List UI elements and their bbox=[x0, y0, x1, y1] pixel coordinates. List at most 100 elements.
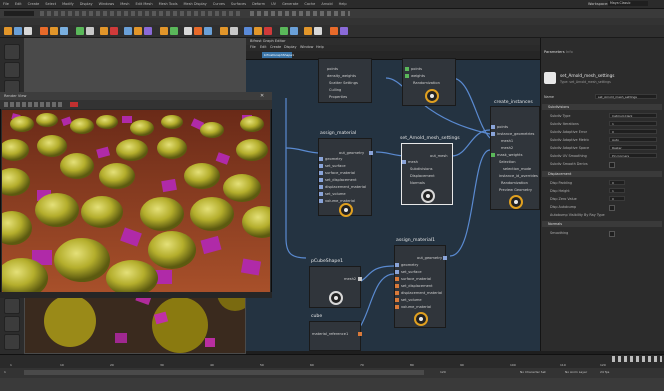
subdiv-uv-smoothing-dropdown[interactable]: Pin Corners bbox=[609, 153, 657, 158]
menu-mesh[interactable]: Mesh bbox=[120, 2, 129, 6]
menu-edit[interactable]: Edit bbox=[15, 2, 22, 6]
node-preview-ring[interactable] bbox=[329, 291, 343, 305]
shelf-icon[interactable] bbox=[280, 27, 288, 35]
menu-file[interactable]: File bbox=[3, 2, 9, 6]
shelf-icon[interactable] bbox=[304, 27, 312, 35]
subdiv-adaptive-error-field[interactable]: 0 bbox=[609, 129, 657, 134]
shelf-icon[interactable] bbox=[330, 27, 338, 35]
shelf-icon[interactable] bbox=[134, 27, 142, 35]
menu-select[interactable]: Select bbox=[45, 2, 56, 6]
menu-surfaces[interactable]: Surfaces bbox=[231, 2, 246, 6]
shelf-icon[interactable] bbox=[4, 27, 12, 35]
subdiv-adaptive-space-dropdown[interactable]: Raster bbox=[609, 145, 657, 150]
shelf-icon[interactable] bbox=[264, 27, 272, 35]
range-slider[interactable]: 1 120 No Character Set No Anim Layer 24 … bbox=[0, 368, 664, 378]
stop-icon[interactable] bbox=[70, 102, 78, 107]
select-tool-icon[interactable] bbox=[4, 44, 20, 60]
shelf-icon[interactable] bbox=[14, 27, 22, 35]
render-tool-icons[interactable] bbox=[4, 102, 64, 107]
menu-edit-mesh[interactable]: Edit Mesh bbox=[135, 2, 152, 6]
menu-generate[interactable]: Generate bbox=[282, 2, 298, 6]
node-randomize[interactable]: points weights Randomization bbox=[402, 58, 456, 106]
layout-icon[interactable] bbox=[4, 298, 20, 314]
menu-arnold[interactable]: Arnold bbox=[321, 2, 332, 6]
time-slider[interactable]: 1 10 20 30 40 50 60 70 80 90 100 110 120 bbox=[0, 354, 664, 369]
status-icons[interactable] bbox=[40, 11, 240, 16]
section-displacement[interactable]: Displacement bbox=[542, 171, 662, 177]
smoothing-checkbox[interactable] bbox=[609, 231, 615, 237]
shelf-icon[interactable] bbox=[314, 27, 322, 35]
shelf-icon[interactable] bbox=[230, 27, 238, 35]
node-preview-ring[interactable] bbox=[339, 203, 353, 217]
menu-help[interactable]: Help bbox=[339, 2, 347, 6]
node-preview-ring[interactable] bbox=[421, 189, 435, 203]
disp-padding-field[interactable]: 0 bbox=[609, 180, 625, 185]
range-bar[interactable] bbox=[24, 370, 424, 375]
fps-dropdown[interactable]: 24 fps bbox=[600, 370, 609, 374]
node-assign-material1[interactable]: out_geometry geometry set_surface surfac… bbox=[394, 245, 447, 328]
node-preview-ring[interactable] bbox=[414, 312, 428, 326]
menu-display[interactable]: Display bbox=[80, 2, 93, 6]
shelf-icon[interactable] bbox=[220, 27, 228, 35]
shelf-icon[interactable] bbox=[290, 27, 298, 35]
shelf-icon[interactable] bbox=[254, 27, 262, 35]
node-preview-ring[interactable] bbox=[509, 195, 523, 209]
node-create-instances[interactable]: points instance_geometries mesh1 mesh2 m… bbox=[490, 106, 540, 210]
subdiv-adaptive-metric-dropdown[interactable]: Auto bbox=[609, 137, 657, 142]
menu-mesh-tools[interactable]: Mesh Tools bbox=[159, 2, 178, 6]
shelf-icon[interactable] bbox=[184, 27, 192, 35]
render-icons[interactable] bbox=[250, 11, 350, 16]
close-icon[interactable]: ✕ bbox=[260, 93, 264, 99]
shelf-icon[interactable] bbox=[170, 27, 178, 35]
node-assign-material[interactable]: out_geometry geometry set_surface surfac… bbox=[318, 138, 373, 217]
menu-windows[interactable]: Windows bbox=[99, 2, 115, 6]
menu-mesh-display[interactable]: Mesh Display bbox=[184, 2, 207, 6]
shelf-icon[interactable] bbox=[86, 27, 94, 35]
node-scatter[interactable]: points density_weights Scatter Settings … bbox=[318, 58, 372, 103]
anim-layer-dropdown[interactable]: No Anim Layer bbox=[565, 370, 587, 374]
shelf-icon[interactable] bbox=[50, 27, 58, 35]
node-cube[interactable]: material_reference1 bbox=[309, 321, 362, 351]
menu-curves[interactable]: Curves bbox=[213, 2, 225, 6]
range-end[interactable]: 120 bbox=[440, 370, 446, 374]
range-start[interactable]: 1 bbox=[4, 370, 6, 374]
shelf-icon[interactable] bbox=[204, 27, 212, 35]
disp-height-field[interactable]: 1 bbox=[609, 188, 625, 193]
lasso-tool-icon[interactable] bbox=[4, 62, 20, 78]
shelf-icon[interactable] bbox=[100, 27, 108, 35]
render-view-titlebar[interactable]: Render View ✕ bbox=[0, 92, 272, 100]
menu-deform[interactable]: Deform bbox=[252, 2, 265, 6]
shelf-icon[interactable] bbox=[340, 27, 348, 35]
section-normals[interactable]: Normals bbox=[542, 221, 662, 227]
workspace-dropdown[interactable]: Maya Classic bbox=[608, 1, 648, 6]
shelf-tabs[interactable] bbox=[0, 18, 664, 25]
shelf-icon[interactable] bbox=[124, 27, 132, 35]
disp-zero-value-field[interactable]: 0 bbox=[609, 196, 625, 201]
attr-name-field[interactable]: set_Arnold_mesh_settings bbox=[595, 94, 657, 99]
tab-parameters[interactable]: Parameters bbox=[544, 50, 565, 54]
command-line[interactable] bbox=[0, 378, 664, 391]
shelf-icon[interactable] bbox=[24, 27, 32, 35]
shelf-icon[interactable] bbox=[244, 27, 252, 35]
menu-create[interactable]: Create bbox=[28, 2, 40, 6]
tab-info[interactable]: Info bbox=[566, 50, 573, 54]
shelf-icon[interactable] bbox=[160, 27, 168, 35]
mode-dropdown[interactable] bbox=[4, 11, 34, 16]
section-subdivisions[interactable]: Subdivisions bbox=[542, 104, 662, 110]
playback-controls[interactable] bbox=[612, 356, 662, 362]
layout-icon[interactable] bbox=[4, 316, 20, 332]
subdiv-iterations-field[interactable]: 1 bbox=[609, 121, 657, 126]
layout-icon[interactable] bbox=[4, 334, 20, 350]
menu-modify[interactable]: Modify bbox=[62, 2, 74, 6]
disp-autobump-checkbox[interactable] bbox=[609, 205, 615, 211]
node-preview-ring[interactable] bbox=[425, 89, 439, 103]
menu-uv[interactable]: UV bbox=[271, 2, 276, 6]
menu-cache[interactable]: Cache bbox=[304, 2, 315, 6]
node-pcubeshape1[interactable]: mesh2 bbox=[309, 266, 362, 308]
shelf-icon[interactable] bbox=[40, 27, 48, 35]
render-image[interactable] bbox=[2, 110, 270, 292]
character-set-dropdown[interactable]: No Character Set bbox=[520, 370, 546, 374]
node-set-arnold-mesh-settings[interactable]: out_mesh mesh Subdivisions Displacement … bbox=[401, 143, 453, 205]
shelf-icon[interactable] bbox=[76, 27, 84, 35]
subdiv-type-dropdown[interactable]: Catmull-Clark bbox=[609, 113, 657, 118]
